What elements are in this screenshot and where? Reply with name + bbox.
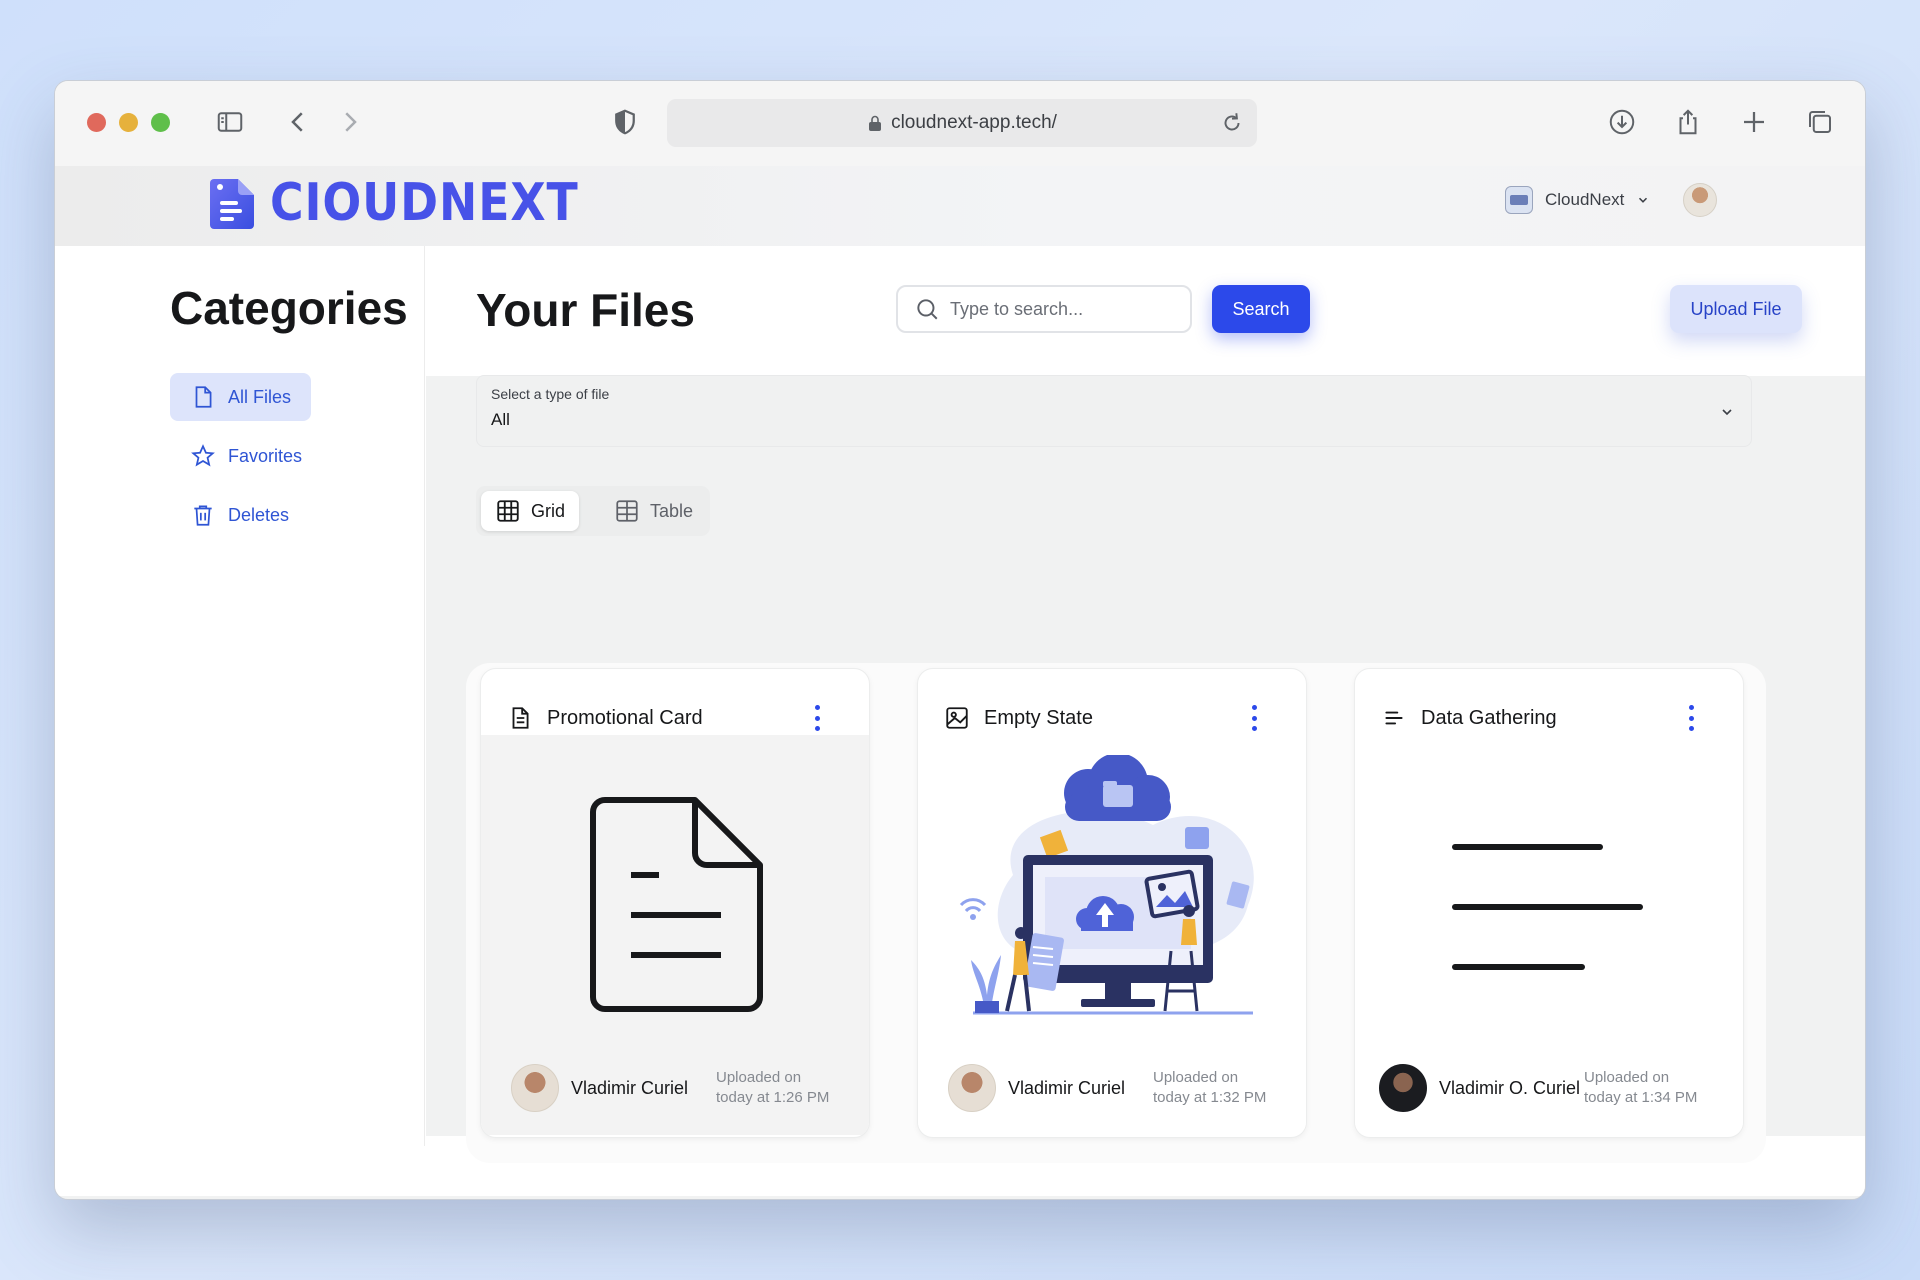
text-lines-preview-icon <box>1452 844 1643 970</box>
upload-info: Uploaded on today at 1:26 PM <box>716 1068 829 1108</box>
sidebar-item-label: All Files <box>228 386 292 407</box>
file-card-header: Promotional Card <box>507 705 703 731</box>
document-preview-icon <box>590 797 763 1012</box>
categories-title: Categories <box>170 282 408 334</box>
file-type-value: All <box>491 410 510 429</box>
star-icon <box>191 444 215 467</box>
minimize-window-button[interactable] <box>119 113 138 132</box>
empty-state-illustration-icon <box>959 755 1254 1015</box>
account-name: CloudNext <box>1545 190 1625 209</box>
maximize-window-button[interactable] <box>151 113 170 132</box>
workspace-logo-icon <box>1505 186 1533 214</box>
search-icon <box>917 299 938 320</box>
author-name: Vladimir Curiel <box>571 1078 689 1098</box>
more-options-icon[interactable] <box>813 705 821 731</box>
more-options-icon[interactable] <box>1687 705 1695 731</box>
upload-info: Uploaded on today at 1:34 PM <box>1584 1068 1697 1108</box>
view-toggle: Grid Table <box>476 486 710 536</box>
file-title: Data Gathering <box>1421 706 1557 729</box>
cloudnext-logo-icon <box>210 179 254 229</box>
author-name: Vladimir O. Curiel <box>1439 1078 1581 1098</box>
files-main: Your Files Search Upload File Select a t… <box>426 246 1865 1163</box>
sidebar-toggle-icon[interactable] <box>213 105 247 139</box>
file-icon <box>195 386 212 408</box>
file-title: Empty State <box>984 706 1093 729</box>
browser-window: cloudnext-app.tech/ CIOUDNEXT CloudNext … <box>54 80 1866 1200</box>
brand-name: CIOUDNEXT <box>270 173 579 233</box>
author-name: Vladimir Curiel <box>1008 1078 1126 1098</box>
chevron-down-icon <box>1639 197 1648 203</box>
text-lines-icon <box>1385 711 1403 725</box>
grid-view-button[interactable]: Grid <box>481 491 580 531</box>
upload-file-button[interactable]: Upload File <box>1670 285 1802 333</box>
image-icon <box>946 707 968 729</box>
reload-icon[interactable] <box>1219 110 1245 136</box>
sidebar-item-deletes[interactable]: Deletes <box>170 491 309 539</box>
sidebar-item-label: Favorites <box>228 445 303 466</box>
grid-icon <box>497 500 519 522</box>
download-icon[interactable] <box>1605 105 1639 139</box>
window-controls <box>87 113 170 132</box>
author-avatar <box>511 1064 559 1112</box>
uploaded-label: Uploaded on <box>1153 1069 1239 1086</box>
tab-overview-icon[interactable] <box>1803 105 1837 139</box>
file-type-select[interactable]: Select a type of file All <box>476 375 1752 447</box>
file-grid: Promotional Card Vladimir Curiel Uploade… <box>466 663 1766 1163</box>
file-card[interactable]: Promotional Card Vladimir Curiel Uploade… <box>480 668 870 1138</box>
author-avatar <box>948 1064 996 1112</box>
chevron-down-icon <box>1722 409 1732 416</box>
table-icon <box>616 500 638 522</box>
file-title: Promotional Card <box>547 706 703 729</box>
uploaded-label: Uploaded on <box>716 1069 802 1086</box>
file-card-header: Empty State <box>944 705 1093 731</box>
file-card-header: Data Gathering <box>1381 705 1557 731</box>
address-bar[interactable]: cloudnext-app.tech/ <box>667 99 1257 147</box>
back-arrow-icon[interactable] <box>281 105 315 139</box>
uploaded-time: today at 1:32 PM <box>1153 1089 1267 1106</box>
table-view-button[interactable]: Table <box>600 491 707 531</box>
more-options-icon[interactable] <box>1250 705 1258 731</box>
uploaded-label: Uploaded on <box>1584 1069 1670 1086</box>
author-avatar <box>1379 1064 1427 1112</box>
file-card[interactable]: Data Gathering Vladimir O. Curiel Upload… <box>1354 668 1744 1138</box>
search-button[interactable]: Search <box>1212 285 1310 333</box>
uploaded-time: today at 1:26 PM <box>716 1089 830 1106</box>
user-avatar[interactable] <box>1683 183 1717 217</box>
browser-toolbar: cloudnext-app.tech/ <box>55 81 1865 166</box>
account-switcher[interactable]: CloudNext <box>1505 186 1650 214</box>
share-icon[interactable] <box>1671 105 1705 139</box>
grid-view-label: Grid <box>531 500 566 521</box>
uploaded-time: today at 1:34 PM <box>1584 1089 1698 1106</box>
file-card[interactable]: Empty State Vladimir Curiel Uploaded on … <box>917 668 1307 1138</box>
shield-icon[interactable] <box>608 105 642 139</box>
file-meta: Vladimir Curiel Uploaded on today at 1:2… <box>511 1064 851 1112</box>
trash-icon <box>194 505 212 526</box>
sidebar-item-favorites[interactable]: Favorites <box>170 432 322 480</box>
brand-logo[interactable]: CIOUDNEXT <box>208 173 621 233</box>
url-text: cloudnext-app.tech/ <box>891 112 1057 133</box>
file-type-label: Select a type of file <box>491 386 610 402</box>
sidebar-item-all-files[interactable]: All Files <box>170 373 312 421</box>
categories-sidebar: Categories All Files Favorites Deletes <box>55 246 425 1146</box>
sidebar-item-label: Deletes <box>228 504 290 525</box>
file-meta: Vladimir O. Curiel Uploaded on today at … <box>1379 1064 1719 1112</box>
page-title: Your Files <box>476 284 695 336</box>
forward-arrow-icon[interactable] <box>333 105 367 139</box>
file-meta: Vladimir Curiel Uploaded on today at 1:3… <box>948 1064 1288 1112</box>
search-field[interactable] <box>896 285 1192 333</box>
document-icon <box>512 707 529 729</box>
close-window-button[interactable] <box>87 113 106 132</box>
search-input[interactable] <box>950 298 1150 320</box>
lock-icon <box>869 115 882 131</box>
upload-info: Uploaded on today at 1:32 PM <box>1153 1068 1266 1108</box>
table-view-label: Table <box>650 500 694 521</box>
new-tab-icon[interactable] <box>1737 105 1771 139</box>
